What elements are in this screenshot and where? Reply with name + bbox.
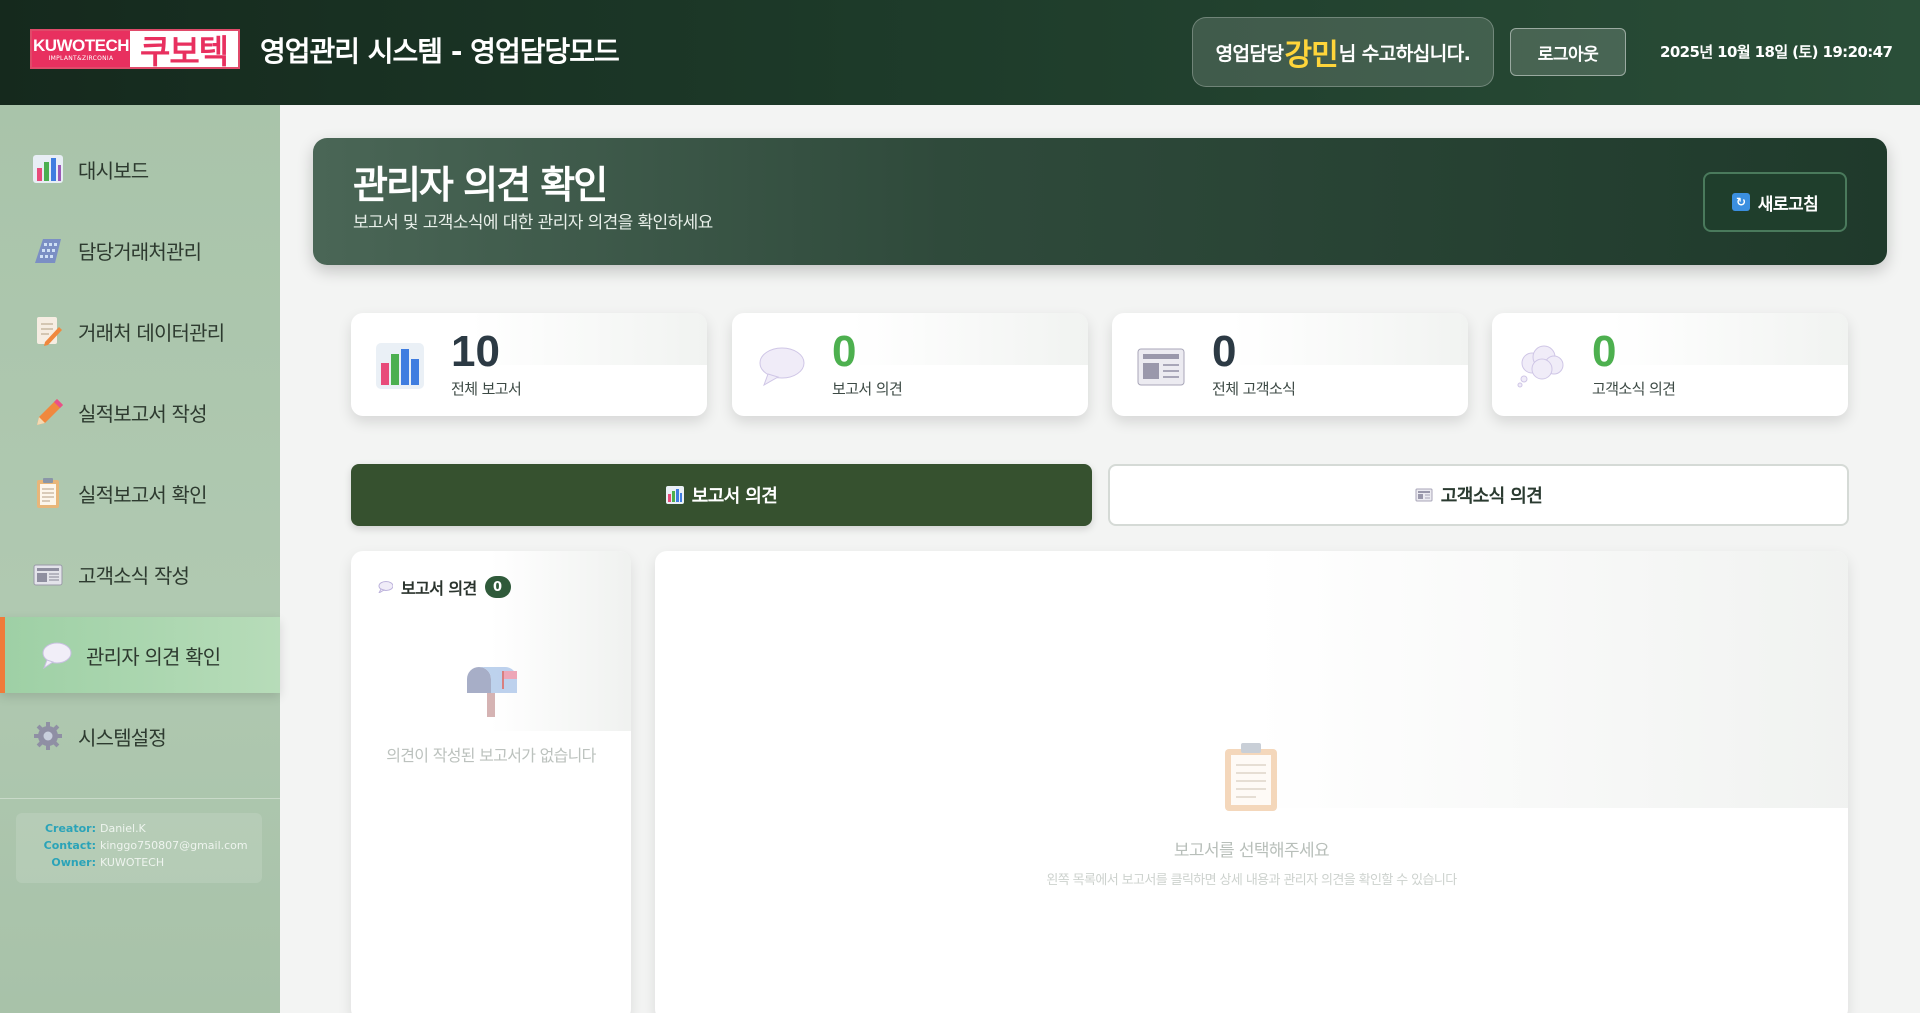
sidebar-item-label: 거래처 데이터관리 <box>78 320 225 345</box>
page-banner: 관리자 의견 확인 보고서 및 고객소식에 대한 관리자 의견을 확인하세요 ↻… <box>313 138 1887 265</box>
logout-button[interactable]: 로그아웃 <box>1510 28 1626 76</box>
tab-news-opinions[interactable]: 고객소식 의견 <box>1108 464 1849 526</box>
sidebar-item-label: 담당거래처관리 <box>78 239 202 264</box>
stat-card-report-opinions: 0 보고서 의견 <box>732 313 1088 416</box>
count-badge: 0 <box>484 576 511 598</box>
gear-icon <box>30 718 66 754</box>
stat-card-news-opinions: 0 고객소식 의견 <box>1492 313 1848 416</box>
logo-korean: 쿠보텍 <box>139 32 229 71</box>
opinion-list-panel: 보고서 의견 0 의견이 작성된 보고서가 없습니다 <box>351 551 631 1013</box>
tab-report-opinions[interactable]: 보고서 의견 <box>351 464 1092 526</box>
stat-card-total-news: 0 전체 고객소식 <box>1112 313 1468 416</box>
page-subtitle: 보고서 및 고객소식에 대한 관리자 의견을 확인하세요 <box>353 213 713 233</box>
contact-value: kinggo750807@gmail.com <box>100 839 248 852</box>
list-title: 보고서 의견 <box>401 579 477 598</box>
tab-label: 고객소식 의견 <box>1440 486 1543 507</box>
clipboard-icon <box>30 475 66 511</box>
mailbox-icon <box>467 667 517 717</box>
refresh-label: 새로고침 <box>1757 194 1819 215</box>
stat-value: 0 <box>1212 327 1237 376</box>
refresh-icon: ↻ <box>1731 193 1750 211</box>
stat-label: 전체 보고서 <box>451 380 522 398</box>
credits-box: Creator: Daniel.K Contact: kinggo750807@gm… <box>16 813 262 883</box>
app-title: 영업관리 시스템 - 영업담당모드 <box>260 35 620 68</box>
sidebar-item-clients[interactable]: 담당거래처관리 <box>0 212 280 288</box>
logo-en-text: KUWOTECH <box>32 35 130 55</box>
top-header: KUWOTECH IMPLANT&ZIRCONIA 쿠보텍 영업관리 시스템 -… <box>0 0 1920 105</box>
document-edit-icon <box>30 313 66 349</box>
bar-chart-icon <box>665 486 684 504</box>
sidebar-item-write-news[interactable]: 고객소식 작성 <box>0 536 280 612</box>
sidebar: 대시보드 담당거래처관리 거래처 데이터관리 실적보고서 작성 실적보고서 확인… <box>0 105 280 1013</box>
bar-chart-icon <box>30 151 66 187</box>
sidebar-item-label: 관리자 의견 확인 <box>86 644 221 669</box>
owner-label: Owner: <box>51 856 96 869</box>
sidebar-item-check-report[interactable]: 실적보고서 확인 <box>0 455 280 531</box>
speech-bubble-icon <box>38 637 74 673</box>
sidebar-item-dashboard[interactable]: 대시보드 <box>0 131 280 207</box>
logo-english: KUWOTECH IMPLANT&ZIRCONIA <box>32 31 130 67</box>
bar-chart-icon <box>376 343 424 389</box>
welcome-username: 강민 <box>1284 38 1339 73</box>
pencil-icon <box>30 394 66 430</box>
stat-label: 전체 고객소식 <box>1212 380 1296 398</box>
list-empty-message: 의견이 작성된 보고서가 없습니다 <box>386 746 596 765</box>
sidebar-item-label: 실적보고서 작성 <box>78 401 208 426</box>
sidebar-item-client-data[interactable]: 거래처 데이터관리 <box>0 293 280 369</box>
stat-label: 고객소식 의견 <box>1592 380 1676 398</box>
creator-label: Creator: <box>44 822 96 835</box>
sidebar-item-label: 고객소식 작성 <box>78 563 190 588</box>
sidebar-item-label: 대시보드 <box>78 158 149 183</box>
speech-bubble-icon <box>759 347 805 387</box>
welcome-greeting: 님 수고하십니다. <box>1338 42 1471 65</box>
newspaper-icon <box>30 556 66 592</box>
sidebar-divider <box>0 798 280 799</box>
stat-value: 0 <box>1592 327 1617 376</box>
company-logo[interactable]: KUWOTECH IMPLANT&ZIRCONIA 쿠보텍 <box>30 29 240 71</box>
current-datetime: 2025년 10월 18일 (토) 19:20:47 <box>1660 43 1893 61</box>
stat-card-total-reports: 10 전체 보고서 <box>351 313 707 416</box>
refresh-button[interactable]: ↻ 새로고침 <box>1703 172 1847 232</box>
stat-label: 보고서 의견 <box>832 380 903 398</box>
welcome-role: 영업담당 <box>1215 42 1284 65</box>
list-header: 보고서 의견 0 <box>377 575 511 599</box>
sidebar-item-write-report[interactable]: 실적보고서 작성 <box>0 374 280 450</box>
welcome-box: 영업담당 강민 님 수고하십니다. <box>1192 17 1494 87</box>
building-icon <box>30 232 66 268</box>
speech-bubble-icon <box>378 581 393 593</box>
stat-value: 0 <box>832 327 857 376</box>
stat-value: 10 <box>451 327 500 376</box>
owner-value: KUWOTECH <box>100 856 165 869</box>
detail-empty-title: 보고서를 선택해주세요 <box>1173 841 1330 861</box>
detail-empty-description: 왼쪽 목록에서 보고서를 클릭하면 상세 내용과 관리자 의견을 확인할 수 있… <box>1046 873 1457 888</box>
sidebar-item-label: 실적보고서 확인 <box>78 482 208 507</box>
sidebar-item-admin-opinion[interactable]: 관리자 의견 확인 <box>0 617 280 693</box>
logo-sub-text: IMPLANT&ZIRCONIA <box>48 54 114 62</box>
clipboard-icon <box>1225 743 1277 811</box>
thought-bubble-icon <box>1517 345 1564 388</box>
sidebar-item-settings[interactable]: 시스템설정 <box>0 698 280 774</box>
page-title: 관리자 의견 확인 <box>353 163 608 207</box>
contact-label: Contact: <box>43 839 96 852</box>
tab-label: 보고서 의견 <box>691 486 778 507</box>
opinion-detail-panel: 보고서를 선택해주세요 왼쪽 목록에서 보고서를 클릭하면 상세 내용과 관리자… <box>655 551 1848 1013</box>
creator-value: Daniel.K <box>100 822 146 835</box>
sidebar-item-label: 시스템설정 <box>78 725 167 750</box>
newspaper-icon <box>1137 348 1185 386</box>
newspaper-icon <box>1415 488 1433 502</box>
